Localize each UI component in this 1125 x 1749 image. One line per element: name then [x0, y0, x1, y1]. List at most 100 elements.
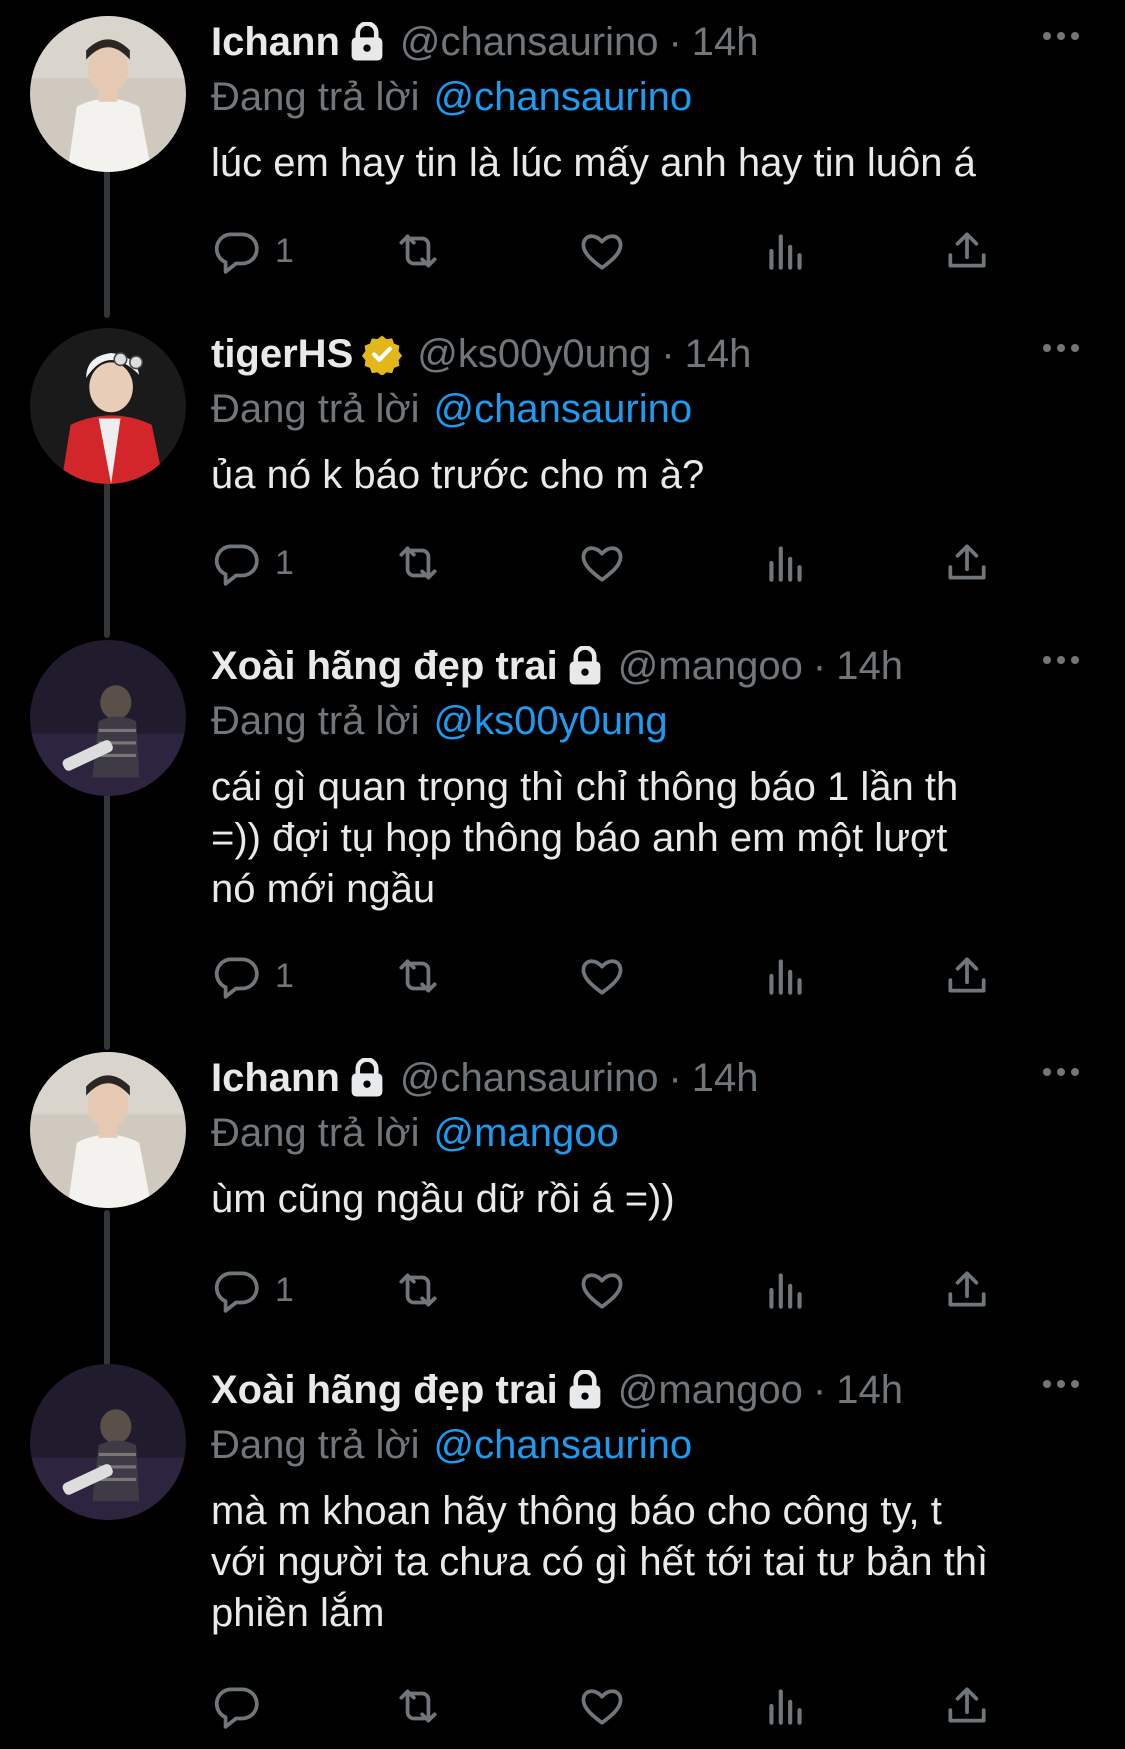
views-button[interactable]: [761, 946, 811, 1006]
share-button[interactable]: [942, 1260, 992, 1320]
reply-mention-link[interactable]: @mangoo: [434, 1111, 619, 1155]
more-button[interactable]: [1037, 328, 1085, 368]
display-name[interactable]: Ichann: [211, 20, 340, 65]
handle[interactable]: @mangoo: [618, 1368, 803, 1413]
separator-dot: ·: [668, 1055, 682, 1100]
display-name[interactable]: Ichann: [211, 1056, 340, 1101]
tweet-header: Ichann @chansaurino · 14h: [211, 1048, 1085, 1108]
replying-to: Đang trả lời @ks00y0ung: [211, 696, 1085, 746]
verified-gold-icon: [362, 335, 403, 375]
reply-button[interactable]: [211, 1676, 275, 1736]
like-button[interactable]: [577, 1676, 627, 1736]
timestamp[interactable]: 14h: [685, 332, 752, 377]
handle[interactable]: @chansaurino: [400, 20, 659, 65]
tweet-actions: 1: [211, 946, 1001, 1006]
timestamp[interactable]: 14h: [692, 20, 759, 65]
account-badge: [361, 333, 403, 375]
reply-mention-link[interactable]: @chansaurino: [434, 387, 693, 431]
more-button[interactable]: [1037, 1364, 1085, 1404]
timestamp[interactable]: 14h: [692, 1056, 759, 1101]
retweet-icon: [399, 546, 437, 580]
reply-icon: [214, 232, 259, 274]
handle[interactable]: @ks00y0ung: [417, 332, 651, 377]
display-name[interactable]: Xoài hãng đẹp trai: [211, 644, 558, 689]
tweet[interactable]: Xoài hãng đẹp trai @mangoo · 14h Đang trả lờ…: [0, 624, 1125, 999]
retweet-button[interactable]: [393, 533, 443, 593]
share-button[interactable]: [942, 533, 992, 593]
reply-icon: [214, 544, 259, 586]
more-button[interactable]: [1037, 1052, 1085, 1092]
retweet-icon: [399, 959, 437, 993]
replying-to: Đang trả lời @chansaurino: [211, 384, 1085, 434]
tweet-text: ùm cũng ngầu dữ rồi á =)): [211, 1177, 675, 1221]
account-badge: [566, 1370, 604, 1410]
separator-dot: ·: [661, 331, 675, 376]
reply-button[interactable]: 1: [211, 221, 294, 281]
retweet-button[interactable]: [393, 1260, 443, 1320]
more-icon: [1043, 1380, 1079, 1388]
reply-button[interactable]: 1: [211, 946, 294, 1006]
tweet[interactable]: Ichann @chansaurino · 14h Đang trả lời @chans…: [0, 0, 1125, 300]
views-button[interactable]: [761, 221, 811, 281]
reply-mention-link[interactable]: @chansaurino: [434, 75, 693, 119]
like-button[interactable]: [577, 1260, 627, 1320]
reply-count: 1: [275, 956, 294, 995]
avatar[interactable]: [30, 1052, 186, 1208]
separator-dot: ·: [668, 19, 682, 64]
tweet-content: Xoài hãng đẹp trai @mangoo · 14h Đang trả lờ…: [211, 1360, 1085, 1639]
avatar[interactable]: [30, 1364, 186, 1520]
reply-button[interactable]: 1: [211, 533, 294, 593]
reply-icon: [214, 957, 259, 999]
handle[interactable]: @mangoo: [618, 644, 803, 689]
handle[interactable]: @chansaurino: [400, 1056, 659, 1101]
reply-button[interactable]: 1: [211, 1260, 294, 1320]
tweet[interactable]: Xoài hãng đẹp trai @mangoo · 14h Đang trả lờ…: [0, 1348, 1125, 1729]
tweet-actions: 1: [211, 221, 1001, 281]
like-button[interactable]: [577, 946, 627, 1006]
more-icon: [1043, 344, 1079, 352]
avatar[interactable]: [30, 328, 186, 484]
reply-count: 1: [275, 231, 294, 270]
retweet-button[interactable]: [393, 221, 443, 281]
replying-to-label: Đang trả lời: [211, 1423, 420, 1467]
replying-to: Đang trả lời @mangoo: [211, 1108, 1085, 1158]
share-button[interactable]: [942, 946, 992, 1006]
views-button[interactable]: [761, 533, 811, 593]
tweet-header: tigerHS @ks00y0ung · 14h: [211, 324, 1085, 384]
account-badge: [348, 22, 386, 62]
tweet-content: Ichann @chansaurino · 14h Đang trả lời @chans…: [211, 12, 1085, 189]
account-badge: [348, 1058, 386, 1098]
reply-mention-link[interactable]: @ks00y0ung: [434, 699, 668, 743]
tweet[interactable]: Ichann @chansaurino · 14h Đang trả lời @mango…: [0, 1036, 1125, 1336]
retweet-button[interactable]: [393, 1676, 443, 1736]
display-name[interactable]: tigerHS: [211, 332, 353, 377]
share-button[interactable]: [942, 1676, 992, 1736]
tweet[interactable]: tigerHS @ks00y0ung · 14h Đang trả lời @chansa…: [0, 312, 1125, 612]
lock-icon: [351, 22, 383, 61]
views-icon: [769, 1689, 802, 1725]
more-button[interactable]: [1037, 640, 1085, 680]
timestamp[interactable]: 14h: [836, 1368, 903, 1413]
tweet-content: Xoài hãng đẹp trai @mangoo · 14h Đang trả lờ…: [211, 636, 1085, 915]
display-name[interactable]: Xoài hãng đẹp trai: [211, 1368, 558, 1413]
retweet-button[interactable]: [393, 946, 443, 1006]
more-icon: [1043, 1068, 1079, 1076]
like-icon: [581, 1273, 623, 1309]
like-button[interactable]: [577, 533, 627, 593]
views-button[interactable]: [761, 1260, 811, 1320]
avatar[interactable]: [30, 16, 186, 172]
views-icon: [769, 234, 802, 270]
avatar[interactable]: [30, 640, 186, 796]
reply-count: 1: [275, 543, 294, 582]
replying-to-label: Đang trả lời: [211, 387, 420, 431]
timestamp[interactable]: 14h: [836, 644, 903, 689]
share-button[interactable]: [942, 221, 992, 281]
more-button[interactable]: [1037, 16, 1085, 56]
lock-icon: [569, 1370, 601, 1409]
views-button[interactable]: [761, 1676, 811, 1736]
reply-mention-link[interactable]: @chansaurino: [434, 1423, 693, 1467]
like-button[interactable]: [577, 221, 627, 281]
share-icon: [948, 232, 986, 268]
tweet-text: cái gì quan trọng thì chỉ thông báo 1 lầ…: [211, 765, 959, 911]
replying-to-label: Đang trả lời: [211, 75, 420, 119]
